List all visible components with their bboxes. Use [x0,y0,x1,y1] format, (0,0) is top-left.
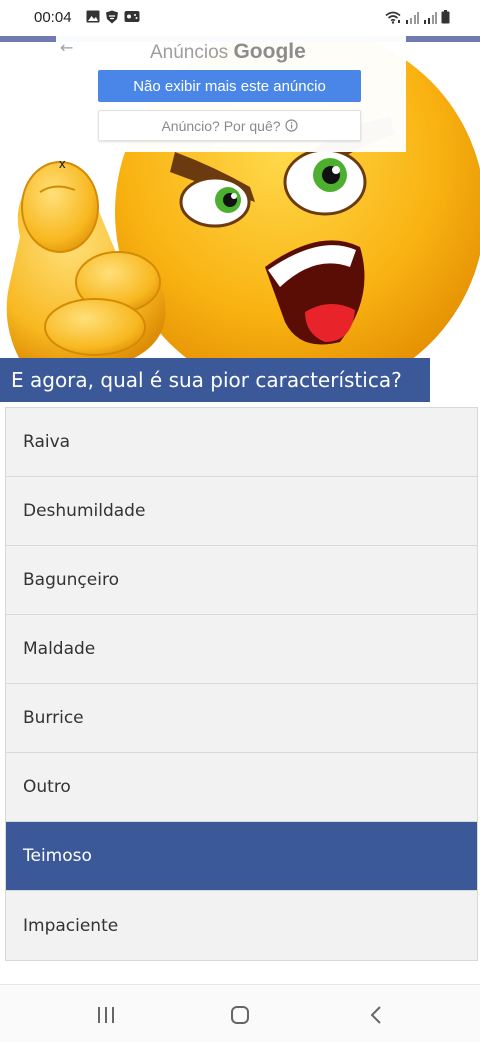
ad-panel: ← Anúncios Google Não exibir mais este a… [56,36,406,152]
home-icon[interactable] [220,1001,260,1029]
hide-ad-button-label: Não exibir mais este anúncio [133,77,326,95]
hide-ad-button[interactable]: Não exibir mais este anúncio [98,70,361,102]
ad-close-button[interactable]: x [59,156,66,171]
options-list: Raiva Deshumildade Bagunçeiro Maldade Bu… [5,407,478,961]
ad-label: Anúncios Google [150,40,306,64]
status-left-icons [86,10,140,24]
battery-icon [441,10,450,24]
question-title: E agora, qual é sua pior característica? [0,358,430,402]
why-ad-button[interactable]: Anúncio? Por quê? [98,110,361,141]
info-icon [284,119,298,132]
back-arrow-icon[interactable]: ← [60,38,73,57]
ad-brand: Google [233,40,306,63]
recent-apps-icon[interactable] [86,1001,126,1029]
wifi-icon [385,11,401,24]
option-burrice[interactable]: Burrice [6,684,477,753]
option-raiva[interactable]: Raiva [6,408,477,477]
signal-icon [424,12,437,24]
shield-icon [106,10,118,24]
back-icon[interactable] [356,1001,396,1029]
why-ad-button-label: Anúncio? Por quê? [161,117,281,134]
game-icon [124,11,140,22]
status-bar: 00:04 [0,0,480,36]
image-icon [86,10,100,23]
option-impaciente[interactable]: Impaciente [6,891,477,960]
option-deshumildade[interactable]: Deshumildade [6,477,477,546]
signal-icon [406,12,419,24]
ad-label-text: Anúncios [150,42,229,63]
option-bagunceiro[interactable]: Bagunçeiro [6,546,477,615]
status-time: 00:04 [34,9,72,26]
option-maldade[interactable]: Maldade [6,615,477,684]
status-right-icons [385,10,450,24]
option-outro[interactable]: Outro [6,753,477,822]
option-teimoso[interactable]: Teimoso [6,822,477,891]
navigation-bar [0,984,480,1042]
